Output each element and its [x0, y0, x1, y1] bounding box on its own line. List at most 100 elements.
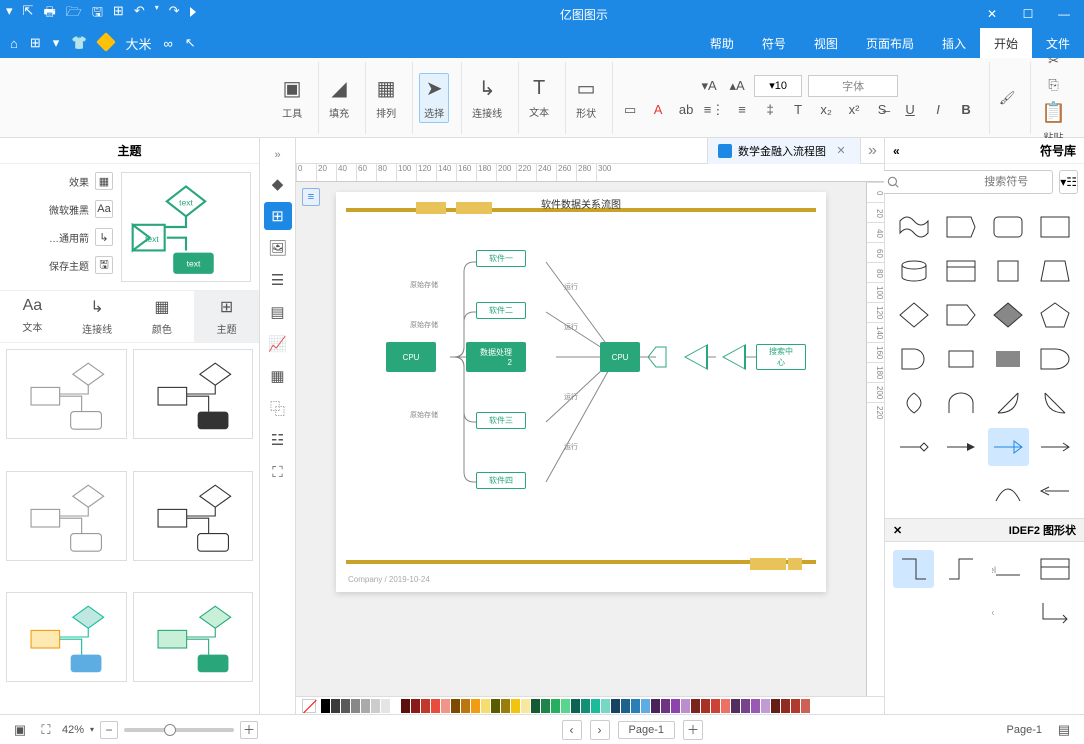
shape-line-arrow-fill[interactable] [940, 428, 981, 466]
color-swatch[interactable] [481, 699, 490, 713]
theme-opt-font[interactable]: Aa微软雅黑 [8, 200, 113, 218]
theme-opt-save[interactable]: 🖫保存主题 [8, 256, 113, 274]
zoom-slider[interactable] [124, 728, 234, 732]
color-swatch[interactable] [561, 699, 570, 713]
shape-arch[interactable] [940, 384, 981, 422]
shape-line-back[interactable] [1035, 472, 1076, 510]
canvas-viewport[interactable]: ≡ 软件数据关系流图 Company / 2019-10-24 [296, 182, 866, 696]
shape-rect-fill[interactable] [988, 340, 1029, 378]
theme-opt-arrow[interactable]: ↳通用箭… [8, 228, 113, 246]
color-swatch[interactable] [541, 699, 550, 713]
fill-button[interactable]: ◢填充 [325, 74, 353, 122]
node-s4[interactable]: 软件四 [476, 472, 526, 489]
theme-thumb-4[interactable] [6, 471, 127, 561]
shape-diamond-fill[interactable] [988, 296, 1029, 334]
page-tab-current[interactable]: Page-1 [618, 721, 675, 739]
document-tab-close[interactable]: ✕ [832, 144, 850, 157]
tool-gantt[interactable]: ☳ [264, 426, 292, 454]
theme-tab-theme[interactable]: ⊞主题 [194, 291, 259, 342]
tool-outline[interactable]: ▤ [264, 298, 292, 326]
shape-pentagon[interactable] [1035, 296, 1076, 334]
shape-square[interactable] [988, 252, 1029, 290]
color-swatch[interactable] [641, 699, 650, 713]
shape-and[interactable] [893, 340, 934, 378]
quick-username[interactable]: 大米 [125, 34, 151, 53]
window-close-button[interactable]: ✕ [978, 7, 1006, 21]
case-button[interactable]: T [787, 99, 809, 121]
page-prev-button[interactable]: ‹ [590, 720, 610, 740]
format-painter-button[interactable]: 🖌 [996, 87, 1018, 109]
color-swatch[interactable] [651, 699, 660, 713]
shapes-search-input[interactable] [879, 170, 1053, 194]
copy-button[interactable]: ⎘ [1043, 74, 1065, 96]
color-swatch[interactable] [681, 699, 690, 713]
color-swatch[interactable] [711, 699, 720, 713]
color-swatch[interactable] [361, 699, 370, 713]
shape-curve-bl[interactable] [1035, 384, 1076, 422]
diagram-page[interactable]: 软件数据关系流图 Company / 2019-10-24 [336, 192, 826, 592]
toolstrip-collapse[interactable]: « [260, 144, 295, 166]
shape-line-arrow-open[interactable] [988, 428, 1029, 466]
underline-button[interactable]: U [899, 99, 921, 121]
color-swatch[interactable] [461, 699, 470, 713]
color-swatch[interactable] [501, 699, 510, 713]
idef-elbow[interactable] [1035, 594, 1076, 632]
qat-undo-drop[interactable]: ▾ [155, 3, 159, 25]
color-swatch[interactable] [371, 699, 380, 713]
quick-apps-icon[interactable]: ⊞ [30, 35, 41, 51]
qat-redo-icon[interactable]: ↷ [169, 3, 180, 25]
node-s1[interactable]: 软件一 [476, 250, 526, 267]
cut-button[interactable]: ✂ [1043, 50, 1065, 72]
color-swatch[interactable] [591, 699, 600, 713]
strike-button[interactable]: S̶ [871, 99, 893, 121]
quick-home-icon[interactable]: ⌂ [10, 36, 18, 51]
align-button[interactable]: ▦排列 [372, 74, 400, 122]
style-button[interactable]: ▭形状 [572, 74, 600, 122]
color-swatch[interactable] [431, 699, 440, 713]
color-swatch[interactable] [691, 699, 700, 713]
node-processor[interactable]: 数据处理 2 [466, 342, 526, 372]
theme-thumb-6[interactable] [6, 592, 127, 682]
shapes-section2-close[interactable]: ✕ [893, 524, 902, 537]
quick-share-icon[interactable]: ∞ [164, 36, 173, 51]
qat-print-icon[interactable]: 🖶 [43, 3, 55, 25]
color-swatch[interactable] [421, 699, 430, 713]
color-swatch[interactable] [571, 699, 580, 713]
shape-rect2[interactable] [940, 340, 981, 378]
tool-chart[interactable]: 📈 [264, 330, 292, 358]
shape-leaf[interactable] [893, 384, 934, 422]
color-swatch[interactable] [511, 699, 520, 713]
color-swatch[interactable] [411, 699, 420, 713]
window-maximize-button[interactable]: ☐ [1014, 7, 1042, 21]
font-color-button[interactable]: A [647, 99, 669, 121]
idef-curve[interactable] [940, 550, 981, 588]
color-swatch[interactable] [721, 699, 730, 713]
canvas-origin-toggle[interactable]: ≡ [302, 188, 320, 206]
color-swatch[interactable] [751, 699, 760, 713]
theme-thumb-5[interactable] [133, 592, 254, 682]
color-swatch[interactable] [521, 699, 530, 713]
doc-tabs-collapse[interactable]: « [860, 138, 884, 164]
tool-layers[interactable]: ☰ [264, 266, 292, 294]
shape-line-diamond[interactable] [893, 428, 934, 466]
quick-pointer-icon[interactable]: ↖ [185, 35, 196, 51]
color-swatch[interactable] [631, 699, 640, 713]
color-swatch[interactable] [451, 699, 460, 713]
tab-layout[interactable]: 页面布局 [852, 28, 928, 58]
tool-org[interactable]: ⿻ [264, 394, 292, 422]
color-swatch[interactable] [531, 699, 540, 713]
zoom-out-button[interactable]: − [100, 721, 118, 739]
node-s2[interactable]: 软件二 [476, 302, 526, 319]
qat-open-icon[interactable]: 🗁 [66, 3, 82, 25]
select-tool-button[interactable]: ➤选择 [419, 73, 449, 123]
color-swatch[interactable] [551, 699, 560, 713]
text-direction-button[interactable]: ab [675, 99, 697, 121]
bullet-button[interactable]: ⋮≡ [703, 99, 725, 121]
tab-insert[interactable]: 插入 [928, 28, 980, 58]
color-swatch[interactable] [741, 699, 750, 713]
quick-shirt-icon[interactable]: 👕 [71, 35, 87, 51]
tool-fullscreen[interactable]: ⛶ [264, 458, 292, 486]
qat-undo-icon[interactable]: ↶ [134, 3, 145, 25]
text-tool-button[interactable]: T文本 [525, 75, 553, 121]
zoom-dropdown[interactable]: ▾ [90, 725, 94, 734]
